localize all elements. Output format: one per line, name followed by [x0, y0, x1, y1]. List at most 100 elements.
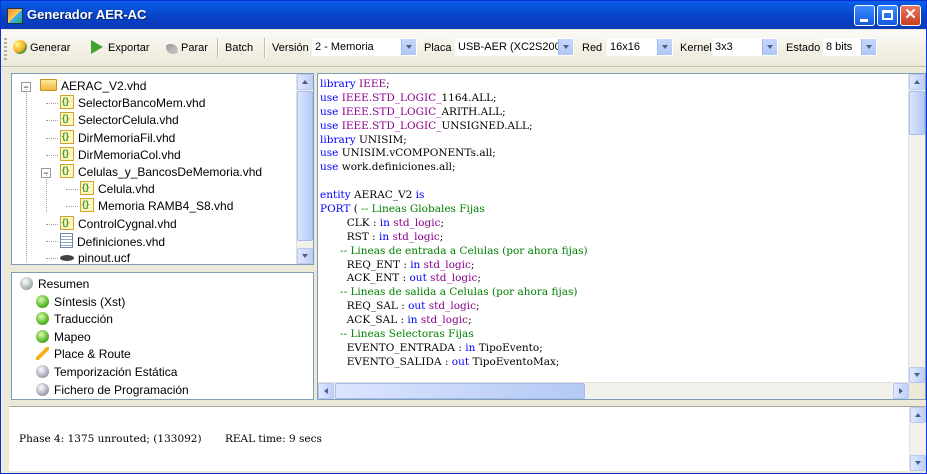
file-tree-panel: AERAC_V2.vhd−SelectorBancoMem.vhdSelecto… — [11, 73, 314, 265]
scroll-down-icon[interactable] — [297, 248, 313, 264]
code-line: CLK : in std_logic; — [320, 217, 588, 231]
code-line: -- Lineas de salida a Celulas (por ahora… — [320, 286, 588, 300]
title-bar[interactable]: Generador AER-AC ✕ — [1, 1, 926, 29]
tree-connector — [46, 154, 58, 156]
code-token: ACK_ENT : — [320, 272, 410, 285]
maximize-button[interactable] — [877, 5, 898, 26]
code-token: UNISIM.vCOMPONENTs.all; — [341, 147, 496, 160]
tree-item[interactable]: DirMemoriaCol.vhd — [60, 145, 181, 163]
process-item[interactable]: Síntesis (Xst) — [36, 294, 125, 311]
generate-label: Generar — [30, 42, 71, 54]
chevron-down-icon[interactable] — [657, 39, 672, 55]
code-token: use — [320, 147, 342, 160]
code-token: IEEE.STD_LOGIC_ — [341, 119, 442, 132]
code-token: ; — [440, 216, 445, 229]
vhd-icon — [60, 128, 74, 144]
code-token: ; — [477, 272, 481, 285]
chevron-down-icon[interactable] — [762, 39, 777, 55]
tree-item-label: SelectorCelula.vhd — [78, 113, 179, 128]
folder-icon — [40, 79, 57, 91]
editor-hscrollbar[interactable] — [318, 382, 909, 399]
code-token: ; — [470, 258, 475, 271]
chevron-down-icon[interactable] — [558, 39, 573, 55]
network-select[interactable]: 16x16 — [607, 38, 673, 56]
process-item[interactable]: Place & Route — [36, 346, 131, 363]
tree-item[interactable]: ControlCygnal.vhd — [60, 214, 177, 232]
generate-icon — [13, 40, 27, 54]
code-token: EVENTO_ENTRADA : — [320, 341, 466, 354]
ucf-icon — [60, 255, 74, 261]
editor-vscrollbar[interactable] — [908, 74, 925, 383]
tree-connector — [26, 86, 27, 262]
kernel-select[interactable]: 3x3 — [712, 38, 778, 56]
chevron-down-icon[interactable] — [401, 39, 416, 55]
toolbar: Generar Exportar Parar Batch Versión 2 -… — [1, 30, 926, 67]
code-token: TipoEvento; — [478, 341, 543, 354]
tree-connector — [46, 223, 58, 225]
code-token: UNISIM; — [359, 133, 407, 146]
toolbar-grip-icon[interactable] — [4, 38, 7, 60]
minimize-button[interactable] — [854, 5, 875, 26]
scroll-up-icon[interactable] — [297, 74, 313, 90]
tree-item[interactable]: AERAC_V2.vhd — [40, 78, 146, 94]
vhd-icon — [60, 214, 74, 230]
scroll-down-icon[interactable] — [910, 455, 926, 471]
file-tree-scrollbar[interactable] — [296, 74, 313, 264]
close-button[interactable]: ✕ — [900, 5, 921, 26]
app-icon — [7, 8, 23, 24]
network-value: 16x16 — [610, 41, 640, 53]
console-scrollbar[interactable] — [909, 407, 926, 471]
scroll-up-icon[interactable] — [910, 407, 926, 423]
process-panel: Resumen Síntesis (Xst) Traducción Mapeo Plac… — [11, 272, 314, 400]
pend-icon — [36, 382, 49, 396]
tree-item-label: Definiciones.vhd — [77, 234, 166, 249]
chevron-down-icon[interactable] — [861, 39, 876, 55]
tree-item[interactable]: Celulas_y_BancosDeMemoria.vhd — [60, 162, 262, 180]
code-token: in — [410, 258, 424, 271]
code-line: EVENTO_ENTRADA : in TipoEvento; — [320, 342, 588, 356]
code-token: TipoEventoMax; — [472, 355, 560, 368]
stop-button[interactable]: Parar — [166, 40, 208, 56]
generate-button[interactable]: Generar — [13, 40, 70, 56]
scroll-thumb[interactable] — [297, 91, 313, 241]
process-item[interactable]: Fichero de Programación — [36, 382, 189, 399]
scroll-thumb[interactable] — [909, 91, 925, 135]
version-label: Versión — [272, 42, 309, 54]
code-token: std_logic — [428, 300, 476, 313]
network-label: Red — [582, 42, 603, 54]
tree-item[interactable]: Definiciones.vhd — [60, 232, 166, 249]
code-text[interactable]: library IEEE; use IEEE.STD_LOGIC_1164.ALL… — [320, 78, 588, 370]
state-select[interactable]: 8 bits — [823, 38, 877, 56]
code-token: REQ_ENT : — [320, 258, 411, 271]
code-editor[interactable]: library IEEE; use IEEE.STD_LOGIC_1164.ALL… — [317, 73, 926, 400]
process-item[interactable]: Temporización Estática — [36, 364, 177, 381]
tree-item[interactable]: pinout.ucf — [60, 250, 130, 264]
scroll-left-icon[interactable] — [318, 383, 334, 399]
code-token: IEEE — [359, 78, 387, 90]
code-line: library UNISIM; — [320, 134, 588, 148]
tree-item[interactable]: DirMemoriaFil.vhd — [60, 128, 175, 146]
code-token: ; — [386, 78, 390, 90]
code-token: -- Lineas de entrada a Celulas (por ahor… — [320, 244, 588, 257]
process-item[interactable]: Traducción — [36, 311, 113, 328]
hscroll-thumb[interactable] — [335, 383, 585, 399]
scroll-down-icon[interactable] — [909, 367, 925, 383]
scroll-up-icon[interactable] — [909, 74, 925, 90]
process-item[interactable]: Mapeo — [36, 329, 91, 346]
export-button[interactable]: Exportar — [91, 40, 150, 56]
code-token: in — [379, 230, 393, 243]
process-item-label: Traducción — [54, 312, 113, 327]
tree-item[interactable]: Celula.vhd — [80, 179, 155, 197]
code-token: std_logic — [420, 314, 469, 327]
code-token: -- Lineas Globales Fijas — [361, 203, 485, 216]
batch-button[interactable]: Batch — [225, 40, 253, 56]
tree-item[interactable]: SelectorBancoMem.vhd — [60, 93, 205, 111]
version-select[interactable]: 2 - Memoria — [312, 38, 417, 56]
board-select[interactable]: USB-AER (XC2S200) — [455, 38, 574, 56]
code-token: IEEE.STD_LOGIC_ — [341, 91, 442, 104]
tree-item[interactable]: SelectorCelula.vhd — [60, 110, 179, 128]
tree-item[interactable]: Memoria RAMB4_S8.vhd — [80, 196, 233, 214]
scroll-right-icon[interactable] — [893, 383, 909, 399]
code-token: in — [465, 341, 479, 354]
process-item[interactable]: Resumen — [20, 276, 89, 293]
